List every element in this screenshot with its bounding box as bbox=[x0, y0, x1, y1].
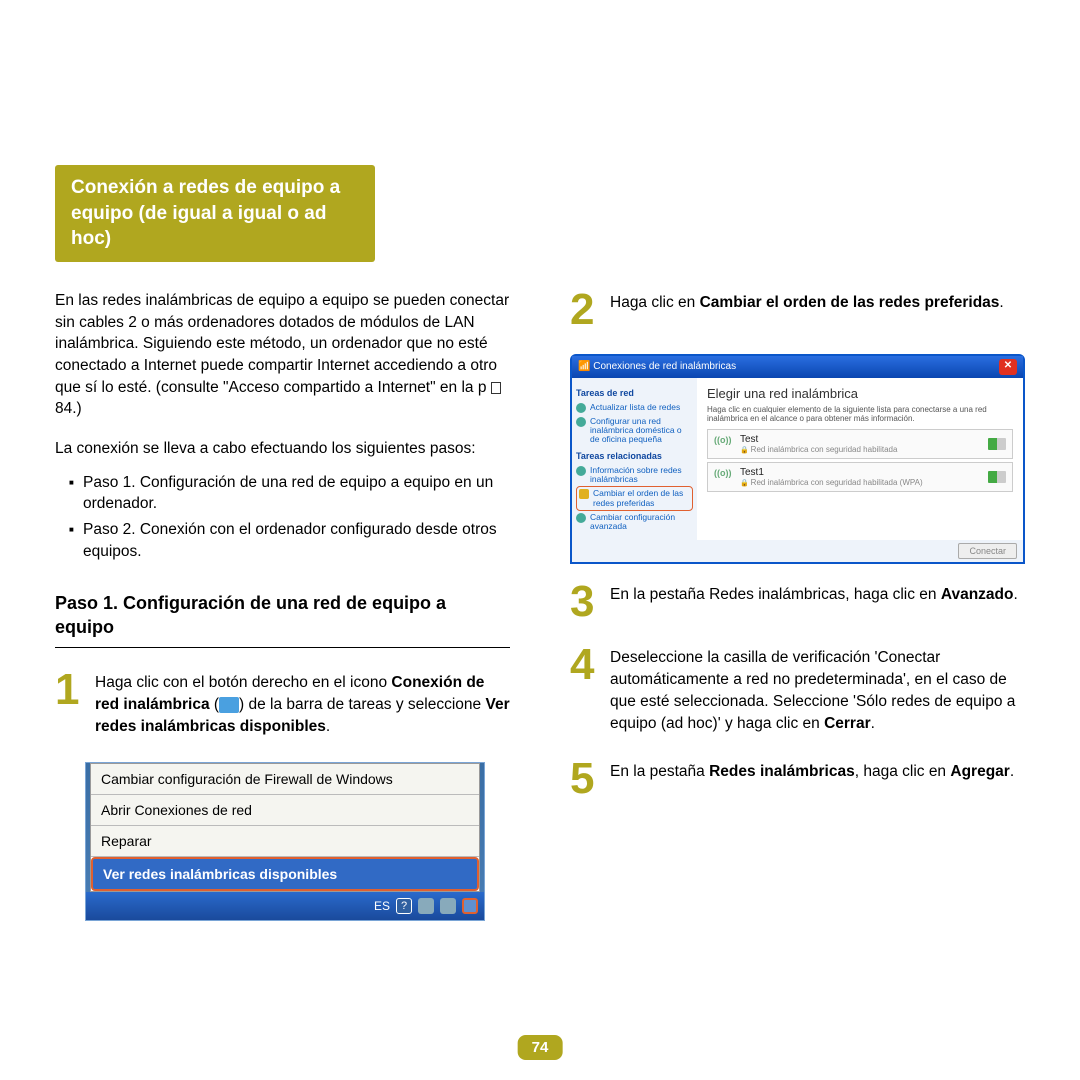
tray-icon[interactable] bbox=[440, 898, 456, 914]
connect-button[interactable]: Conectar bbox=[958, 543, 1017, 559]
step-number: 3 bbox=[570, 582, 600, 622]
wireless-connection-icon bbox=[219, 697, 239, 713]
menu-item-open-connections[interactable]: Abrir Conexiones de red bbox=[91, 795, 479, 826]
dialog-buttons: Conectar bbox=[572, 540, 1023, 562]
sidebar-item-advanced[interactable]: Cambiar configuración avanzada bbox=[576, 511, 693, 534]
sidebar-item-change-order[interactable]: Cambiar el orden de las redes preferidas bbox=[576, 486, 693, 511]
step-text: Haga clic en Cambiar el orden de las red… bbox=[610, 290, 1025, 330]
step-4: 4 Deseleccione la casilla de verificació… bbox=[570, 645, 1025, 735]
main-subtext: Haga clic en cualquier elemento de la si… bbox=[707, 405, 1013, 423]
menu-item-repair[interactable]: Reparar bbox=[91, 826, 479, 857]
star-icon bbox=[579, 489, 589, 499]
step-text: En la pestaña Redes inalámbricas, haga c… bbox=[610, 582, 1025, 622]
page-ref-icon bbox=[491, 382, 501, 394]
list-item: Paso 2. Conexión con el ordenador config… bbox=[69, 519, 510, 562]
sidebar-item-info[interactable]: Información sobre redes inalámbricas bbox=[576, 464, 693, 487]
section-header: Conexión a redes de equipo a equipo (de … bbox=[55, 165, 375, 262]
right-column: 2 Haga clic en Cambiar el orden de las r… bbox=[570, 290, 1025, 921]
setup-icon bbox=[576, 417, 586, 427]
refresh-icon bbox=[576, 403, 586, 413]
network-security: Red inalámbrica con seguridad habilitada… bbox=[740, 478, 982, 487]
signal-icon bbox=[988, 438, 1006, 450]
step-number: 2 bbox=[570, 290, 600, 330]
network-name: Test bbox=[740, 434, 982, 445]
sidebar-heading: Tareas relacionadas bbox=[576, 451, 693, 461]
network-item[interactable]: Test Red inalámbrica con seguridad habil… bbox=[707, 429, 1013, 459]
step-number: 1 bbox=[55, 670, 85, 738]
page-number: 74 bbox=[518, 1035, 563, 1060]
steps-overview-list: Paso 1. Configuración de una red de equi… bbox=[55, 472, 510, 563]
step-1-heading: Paso 1. Configuración de una red de equi… bbox=[55, 592, 510, 639]
dialog-sidebar: Tareas de red Actualizar lista de redes … bbox=[572, 378, 697, 540]
step-2: 2 Haga clic en Cambiar el orden de las r… bbox=[570, 290, 1025, 330]
step-text: Deseleccione la casilla de verificación … bbox=[610, 645, 1025, 735]
wireless-dialog-figure: 📶 Conexiones de red inalámbricas ✕ Tarea… bbox=[570, 354, 1025, 564]
main-heading: Elegir una red inalámbrica bbox=[707, 386, 1013, 401]
intro-paragraph-2: La conexión se lleva a cabo efectuando l… bbox=[55, 438, 510, 460]
dialog-title: 📶 Conexiones de red inalámbricas bbox=[578, 361, 736, 372]
list-item: Paso 1. Configuración de una red de equi… bbox=[69, 472, 510, 515]
dialog-titlebar: 📶 Conexiones de red inalámbricas ✕ bbox=[572, 356, 1023, 378]
help-icon[interactable]: ? bbox=[396, 898, 412, 914]
sidebar-item-refresh[interactable]: Actualizar lista de redes bbox=[576, 401, 693, 415]
close-icon[interactable]: ✕ bbox=[999, 359, 1017, 375]
step-text: En la pestaña Redes inalámbricas, haga c… bbox=[610, 759, 1025, 799]
intro-paragraph-1: En las redes inalámbricas de equipo a eq… bbox=[55, 290, 510, 420]
context-menu-figure: Cambiar configuración de Firewall de Win… bbox=[85, 762, 485, 921]
step-3: 3 En la pestaña Redes inalámbricas, haga… bbox=[570, 582, 1025, 622]
left-column: En las redes inalámbricas de equipo a eq… bbox=[55, 290, 510, 921]
gear-icon bbox=[576, 513, 586, 523]
sidebar-item-setup[interactable]: Configurar una red inalámbrica doméstica… bbox=[576, 415, 693, 447]
dialog-main: Elegir una red inalámbrica Haga clic en … bbox=[697, 378, 1023, 540]
network-item[interactable]: Test1 Red inalámbrica con seguridad habi… bbox=[707, 462, 1013, 492]
menu-item-view-wireless[interactable]: Ver redes inalámbricas disponibles bbox=[91, 857, 479, 891]
sidebar-heading: Tareas de red bbox=[576, 388, 693, 398]
tray-icon[interactable] bbox=[418, 898, 434, 914]
wifi-icon bbox=[714, 468, 734, 486]
wifi-icon bbox=[714, 435, 734, 453]
step-number: 5 bbox=[570, 759, 600, 799]
step-text: Haga clic con el botón derecho en el ico… bbox=[95, 670, 510, 738]
step-number: 4 bbox=[570, 645, 600, 735]
wireless-tray-icon[interactable] bbox=[462, 898, 478, 914]
network-name: Test1 bbox=[740, 467, 982, 478]
info-icon bbox=[576, 466, 586, 476]
network-security: Red inalámbrica con seguridad habilitada bbox=[740, 445, 982, 454]
taskbar: ES ? bbox=[86, 892, 484, 920]
language-indicator: ES bbox=[374, 899, 390, 913]
divider bbox=[55, 647, 510, 648]
step-1: 1 Haga clic con el botón derecho en el i… bbox=[55, 670, 510, 738]
context-menu: Cambiar configuración de Firewall de Win… bbox=[90, 763, 480, 892]
menu-item-firewall[interactable]: Cambiar configuración de Firewall de Win… bbox=[91, 764, 479, 795]
signal-icon bbox=[988, 471, 1006, 483]
step-5: 5 En la pestaña Redes inalámbricas, haga… bbox=[570, 759, 1025, 799]
